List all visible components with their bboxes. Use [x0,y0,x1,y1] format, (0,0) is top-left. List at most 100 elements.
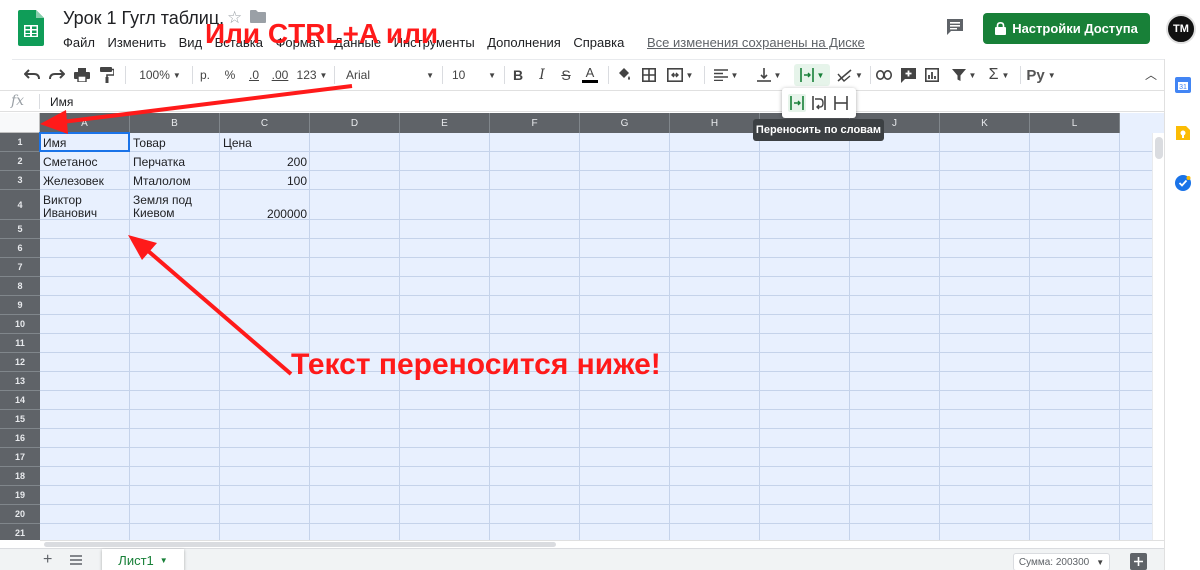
column-header-k[interactable]: K [940,113,1030,133]
column-header-d[interactable]: D [310,113,400,133]
menu-edit[interactable]: Изменить [107,35,166,50]
menu-file[interactable]: Файл [63,35,95,50]
sheets-logo-icon[interactable] [18,10,44,46]
row-header-1[interactable]: 1 [0,133,40,152]
cell-a2[interactable]: Сметанос [40,156,130,169]
column-header-g[interactable]: G [580,113,670,133]
cell-c3[interactable]: 100 [220,175,310,188]
sum-indicator[interactable]: Сумма: 200300 ▼ [1013,553,1110,570]
number-format-select[interactable]: 123 ▼ [295,64,329,86]
column-header-l[interactable]: L [1030,113,1120,133]
all-sheets-icon[interactable] [70,554,82,566]
row-header-9[interactable]: 9 [0,296,40,315]
row-header-4[interactable]: 4 [0,190,40,220]
explore-icon[interactable] [1130,553,1147,570]
cell-b3[interactable]: Мталолом [130,175,220,188]
row-header-2[interactable]: 2 [0,152,40,171]
row-header-13[interactable]: 13 [0,372,40,391]
vertical-align-icon[interactable]: ▼ [751,64,787,86]
row-header-10[interactable]: 10 [0,315,40,334]
row-header-21[interactable]: 21 [0,524,40,540]
chevron-up-icon[interactable]: ︿ [1145,66,1157,83]
strikethrough-button[interactable]: S [556,64,576,86]
spreadsheet-grid[interactable]: ABCDEFGHIJKL 123456789101112131415161718… [0,113,1164,540]
menu-help[interactable]: Справка [573,35,624,50]
formula-input[interactable]: Имя [50,95,73,109]
fill-color-icon[interactable] [614,64,634,86]
tasks-icon[interactable] [1175,175,1191,191]
overflow-wrap-option-icon[interactable] [788,94,806,112]
cell-b2[interactable]: Перчатка [130,156,220,169]
row-header-14[interactable]: 14 [0,391,40,410]
row-header-19[interactable]: 19 [0,486,40,505]
document-title[interactable]: Урок 1 Гугл таблиц. [63,8,224,29]
menu-view[interactable]: Вид [179,35,203,50]
functions-icon[interactable]: Σ ▼ [984,64,1014,86]
merge-cells-icon[interactable]: ▼ [664,64,696,86]
comments-icon[interactable] [945,17,965,37]
decrease-decimal-button[interactable]: .0 [244,64,264,86]
zoom-select[interactable]: 100% ▼ [134,64,186,86]
row-header-18[interactable]: 18 [0,467,40,486]
clip-option-icon[interactable] [832,94,850,112]
row-header-17[interactable]: 17 [0,448,40,467]
row-header-11[interactable]: 11 [0,334,40,353]
borders-icon[interactable] [639,64,659,86]
column-header-a[interactable]: A [40,113,130,133]
cell-a1[interactable]: Имя [40,137,130,150]
undo-icon[interactable] [22,64,42,86]
insert-link-icon[interactable] [874,64,894,86]
sheet-tab[interactable]: Лист1 ▼ [102,549,184,570]
column-header-e[interactable]: E [400,113,490,133]
row-header-6[interactable]: 6 [0,239,40,258]
avatar[interactable]: TM [1166,14,1196,44]
vertical-scroll-thumb[interactable] [1155,137,1163,159]
cell-b4[interactable]: Земля под Киевом [130,194,220,224]
filter-icon[interactable]: ▼ [948,64,980,86]
row-header-16[interactable]: 16 [0,429,40,448]
horizontal-scroll-thumb[interactable] [44,542,556,547]
wrap-option-icon[interactable] [810,94,828,112]
cell-c1[interactable]: Цена [220,137,310,150]
cell-a4[interactable]: Виктор Иванович [40,194,130,224]
cell-c4[interactable]: 200000 [220,208,310,221]
menu-addons[interactable]: Дополнения [487,35,561,50]
row-header-8[interactable]: 8 [0,277,40,296]
keep-icon[interactable] [1175,125,1191,141]
share-button[interactable]: Настройки Доступа [983,13,1150,44]
calendar-icon[interactable]: 31 [1175,77,1191,93]
select-all-corner[interactable] [0,113,40,133]
column-header-b[interactable]: B [130,113,220,133]
increase-decimal-button[interactable]: .00 [269,64,291,86]
cell-b1[interactable]: Товар [130,137,220,150]
row-header-7[interactable]: 7 [0,258,40,277]
percent-format-button[interactable]: % [222,64,238,86]
vertical-scrollbar[interactable] [1152,133,1164,540]
save-status-link[interactable]: Все изменения сохранены на Диске [647,35,865,50]
paint-format-icon[interactable] [97,64,117,86]
column-header-c[interactable]: C [220,113,310,133]
text-wrapping-icon[interactable]: ▼ [794,64,830,86]
redo-icon[interactable] [47,64,67,86]
text-rotation-icon[interactable]: ▼ [834,64,866,86]
row-header-5[interactable]: 5 [0,220,40,239]
currency-format-button[interactable]: р. [196,64,214,86]
text-color-button[interactable]: A [579,64,601,86]
row-header-3[interactable]: 3 [0,171,40,190]
row-header-20[interactable]: 20 [0,505,40,524]
row-header-15[interactable]: 15 [0,410,40,429]
cell-c2[interactable]: 200 [220,156,310,169]
row-header-12[interactable]: 12 [0,353,40,372]
horizontal-scrollbar[interactable] [40,540,1164,548]
font-family-select[interactable]: Arial ▼ [342,64,438,86]
column-header-f[interactable]: F [490,113,580,133]
insert-comment-icon[interactable] [898,64,918,86]
add-sheet-icon[interactable]: + [43,551,52,569]
input-tools-select[interactable]: Ру ▼ [1024,64,1058,86]
italic-button[interactable]: I [532,64,552,86]
bold-button[interactable]: B [508,64,528,86]
insert-chart-icon[interactable] [922,64,942,86]
font-size-select[interactable]: 10 ▼ [448,64,500,86]
cell-a3[interactable]: Железовек [40,175,130,188]
print-icon[interactable] [72,64,92,86]
